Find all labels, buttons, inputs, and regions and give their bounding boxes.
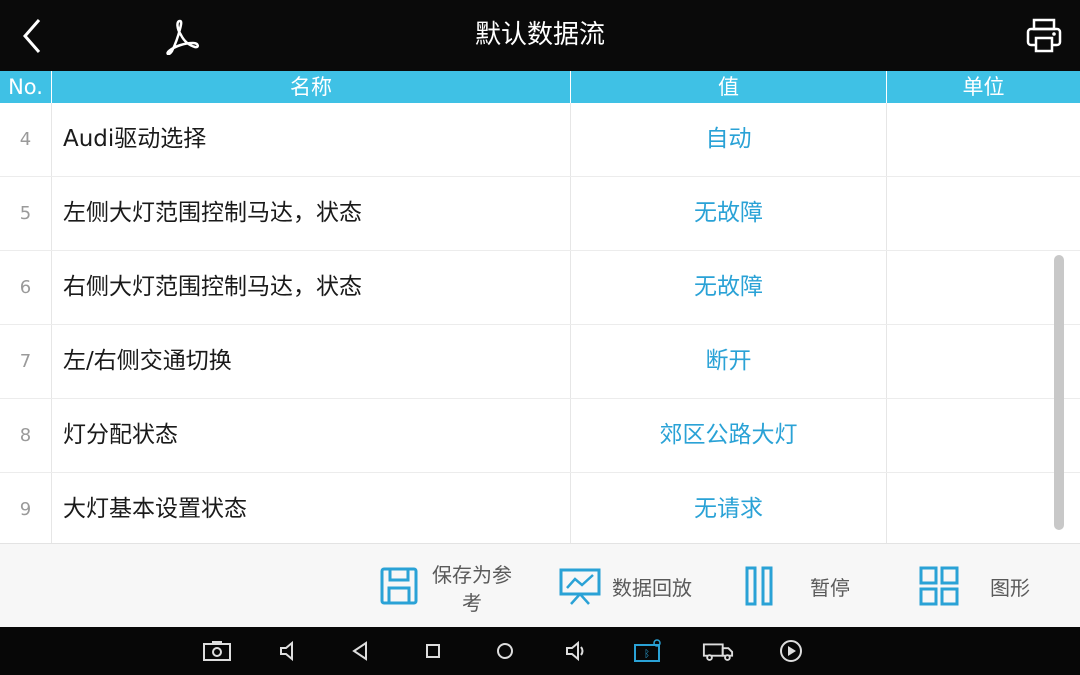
row-name: 左/右侧交通切换 [52, 325, 571, 398]
truck-icon [702, 643, 734, 661]
row-number: 8 [0, 399, 52, 472]
save-label-line1: 保存为参 [432, 563, 512, 587]
table-row[interactable]: 7 左/右侧交通切换 断开 [0, 325, 1080, 399]
screenshot-icon [203, 641, 231, 661]
save-label: 保存为参 考 [430, 561, 514, 617]
volume-down-button[interactable] [273, 637, 305, 665]
media-play-button[interactable] [775, 637, 807, 665]
home-icon [497, 643, 513, 659]
pause-icon [744, 565, 774, 607]
screenshot-button[interactable] [201, 637, 233, 665]
data-stream-list[interactable]: 4 Audi驱动选择 自动 5 左侧大灯范围控制马达，状态 无故障 6 右侧大灯… [0, 103, 1080, 547]
column-header-no: No. [0, 71, 52, 103]
vci-connect-button[interactable]: ᛒ [631, 637, 663, 665]
system-nav-bar: ᛒ [0, 627, 1080, 675]
volume-up-button[interactable] [561, 637, 593, 665]
table-row[interactable]: 8 灯分配状态 郊区公路大灯 [0, 399, 1080, 473]
row-number: 7 [0, 325, 52, 398]
table-row[interactable]: 5 左侧大灯范围控制马达，状态 无故障 [0, 177, 1080, 251]
svg-text:ᛒ: ᛒ [644, 649, 650, 660]
column-header-unit: 单位 [962, 75, 1005, 99]
graph-label: 图形 [990, 575, 1030, 600]
table-row[interactable]: 9 大灯基本设置状态 无请求 [0, 473, 1080, 547]
vci-connect-icon: ᛒ [634, 639, 661, 662]
media-play-icon [780, 640, 802, 662]
row-value: 无故障 [571, 177, 887, 250]
print-button[interactable] [1020, 12, 1068, 60]
recents-icon [426, 644, 440, 658]
playback-label: 数据回放 [612, 575, 692, 600]
row-value: 无故障 [571, 251, 887, 324]
save-as-reference-button[interactable]: 保存为参 考 [378, 544, 512, 628]
row-value: 自动 [571, 103, 887, 176]
row-value: 无请求 [571, 473, 887, 546]
row-value: 郊区公路大灯 [571, 399, 887, 472]
print-icon [1026, 18, 1062, 53]
row-name: Audi驱动选择 [52, 103, 571, 176]
presentation-chart-icon [558, 565, 602, 607]
table-row[interactable]: 6 右侧大灯范围控制马达，状态 无故障 [0, 251, 1080, 325]
home-button[interactable] [489, 637, 521, 665]
graph-button[interactable]: 图形 [918, 544, 1030, 628]
row-unit [887, 325, 1080, 398]
row-number: 9 [0, 473, 52, 546]
back-button[interactable] [8, 12, 56, 60]
scrollbar[interactable] [1054, 255, 1064, 530]
row-name: 右侧大灯范围控制马达，状态 [52, 251, 571, 324]
recents-button[interactable] [417, 637, 449, 665]
row-name: 大灯基本设置状态 [52, 473, 571, 546]
row-number: 5 [0, 177, 52, 250]
data-playback-button[interactable]: 数据回放 [558, 544, 692, 628]
row-number: 6 [0, 251, 52, 324]
bottom-toolbar: 保存为参 考 数据回放 暂停 图形 [0, 543, 1080, 627]
grid-icon [918, 565, 960, 607]
column-header-value: 值 [571, 71, 887, 103]
row-name: 灯分配状态 [52, 399, 571, 472]
back-nav-button[interactable] [345, 637, 377, 665]
row-number: 4 [0, 103, 52, 176]
row-unit [887, 251, 1080, 324]
truck-button[interactable] [702, 637, 734, 665]
table-header: No. 名称 值 单位 [0, 71, 1080, 103]
row-value: 断开 [571, 325, 887, 398]
app-header: 默认数据流 [0, 0, 1080, 71]
row-unit [887, 399, 1080, 472]
table-row[interactable]: 4 Audi驱动选择 自动 [0, 103, 1080, 177]
chevron-left-icon [23, 19, 41, 53]
pdf-button[interactable] [158, 12, 206, 60]
pause-label: 暂停 [810, 575, 850, 600]
row-name: 左侧大灯范围控制马达，状态 [52, 177, 571, 250]
pdf-icon [166, 19, 199, 55]
save-label-line2: 考 [462, 591, 482, 615]
column-header-name: 名称 [52, 71, 571, 103]
volume-up-icon [566, 640, 584, 662]
pause-button[interactable]: 暂停 [744, 544, 850, 628]
volume-down-icon [280, 640, 293, 662]
row-unit [887, 177, 1080, 250]
save-icon [378, 565, 420, 607]
row-unit [887, 103, 1080, 176]
row-unit [887, 473, 1080, 546]
back-icon [352, 641, 367, 661]
